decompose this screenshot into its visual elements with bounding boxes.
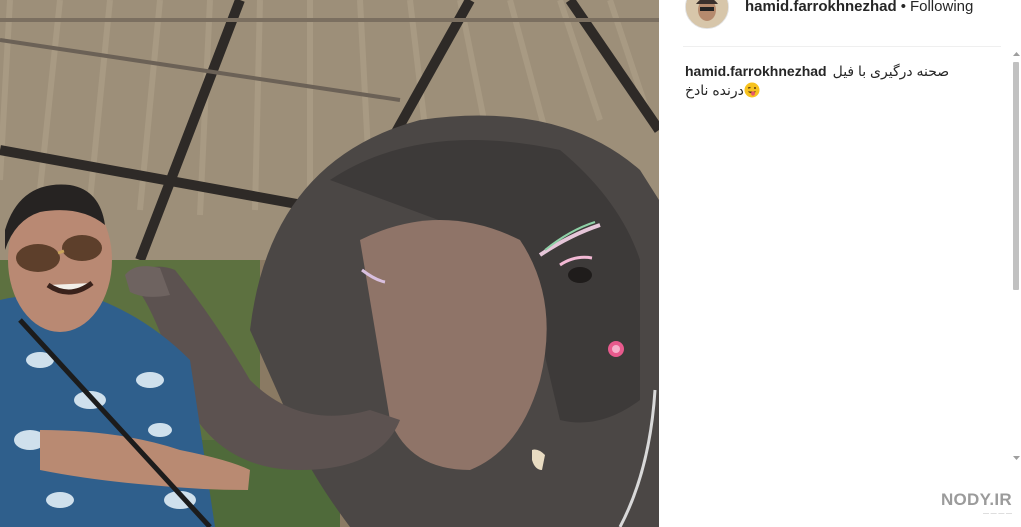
- profile-picture: [686, 0, 728, 28]
- post-photo[interactable]: [0, 0, 659, 527]
- post-header: hamid.farrokhnezhad • Following: [685, 0, 973, 29]
- caption: hamid.farrokhnezhad صحنه درگیری با فیل در…: [685, 62, 975, 100]
- caption-username-link[interactable]: hamid.farrokhnezhad: [685, 63, 827, 79]
- username-link[interactable]: hamid.farrokhnezhad: [745, 0, 897, 15]
- avatar[interactable]: [685, 0, 729, 29]
- tongue-out-wink-emoji-icon: [744, 82, 760, 98]
- header-divider: [683, 46, 1001, 47]
- following-button[interactable]: Following: [910, 0, 973, 15]
- watermark-text: NODY.IR: [940, 490, 1012, 509]
- header-text: hamid.farrokhnezhad • Following: [745, 0, 973, 16]
- scroll-thumb[interactable]: [1013, 62, 1019, 290]
- scroll-down-arrow-icon[interactable]: [1012, 454, 1021, 462]
- scroll-up-arrow-icon[interactable]: [1012, 50, 1021, 58]
- post-sidebar: hamid.farrokhnezhad • Following hamid.farr…: [659, 0, 1021, 527]
- watermark-subtext: — — — —: [982, 511, 1012, 517]
- comments-scrollbar[interactable]: [1012, 50, 1021, 464]
- elephant-photo-illustration: [0, 0, 659, 527]
- separator-dot: •: [900, 0, 906, 15]
- site-watermark: NODY.IR — — — —: [932, 490, 1012, 520]
